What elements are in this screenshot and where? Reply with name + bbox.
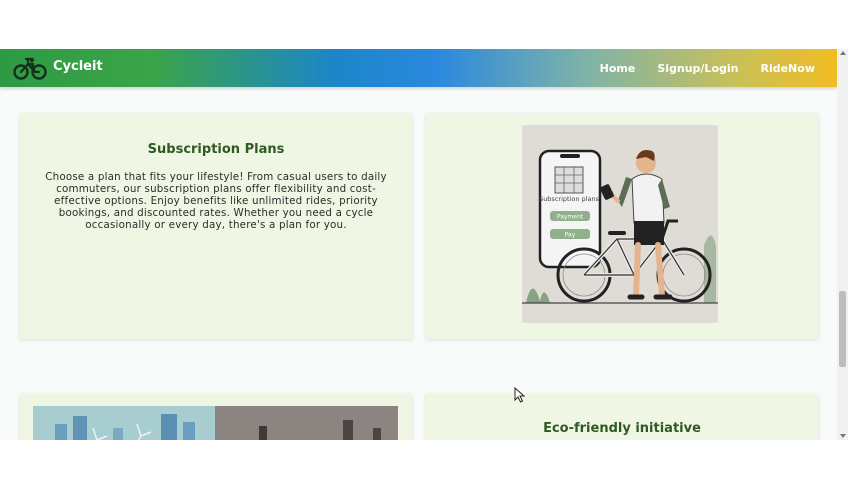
navbar: Cycleit Home Signup/Login RideNow	[0, 49, 837, 87]
subscription-image-card: Subscription plans Payment Pay	[426, 113, 818, 339]
page-viewport: Cycleit Home Signup/Login RideNow Subscr…	[0, 49, 837, 440]
browser-top-area	[0, 0, 848, 49]
subscription-text: Choose a plan that fits your lifestyle! …	[45, 171, 387, 231]
nav-links: Home Signup/Login RideNow	[600, 49, 837, 87]
vertical-scrollbar[interactable]	[837, 49, 848, 440]
subscription-title: Subscription Plans	[147, 142, 285, 157]
svg-text:Subscription plans: Subscription plans	[539, 195, 599, 203]
nav-signup-login-link[interactable]: Signup/Login	[657, 62, 738, 75]
scroll-down-arrow-icon[interactable]	[840, 434, 846, 438]
brand-name[interactable]: Cycleit	[53, 59, 103, 74]
browser-bottom-area	[0, 440, 848, 480]
nav-ridenow-link[interactable]: RideNow	[760, 62, 815, 75]
subscription-illustration: Subscription plans Payment Pay	[522, 125, 718, 323]
bicycle-icon[interactable]	[13, 55, 47, 81]
eco-friendly-card: Eco-friendly initiative	[426, 394, 818, 440]
mouse-cursor-icon	[514, 387, 526, 403]
svg-text:Payment: Payment	[557, 214, 584, 221]
eco-friendly-title: Eco-friendly initiative	[543, 421, 701, 436]
subscription-card: Subscription Plans Choose a plan that fi…	[20, 113, 412, 339]
scroll-up-arrow-icon[interactable]	[840, 51, 846, 55]
city-image-card	[20, 394, 412, 440]
svg-text:Pay: Pay	[565, 232, 576, 239]
scrollbar-thumb[interactable]	[839, 291, 846, 367]
city-pollution-illustration	[33, 406, 398, 440]
nav-home-link[interactable]: Home	[600, 62, 636, 75]
